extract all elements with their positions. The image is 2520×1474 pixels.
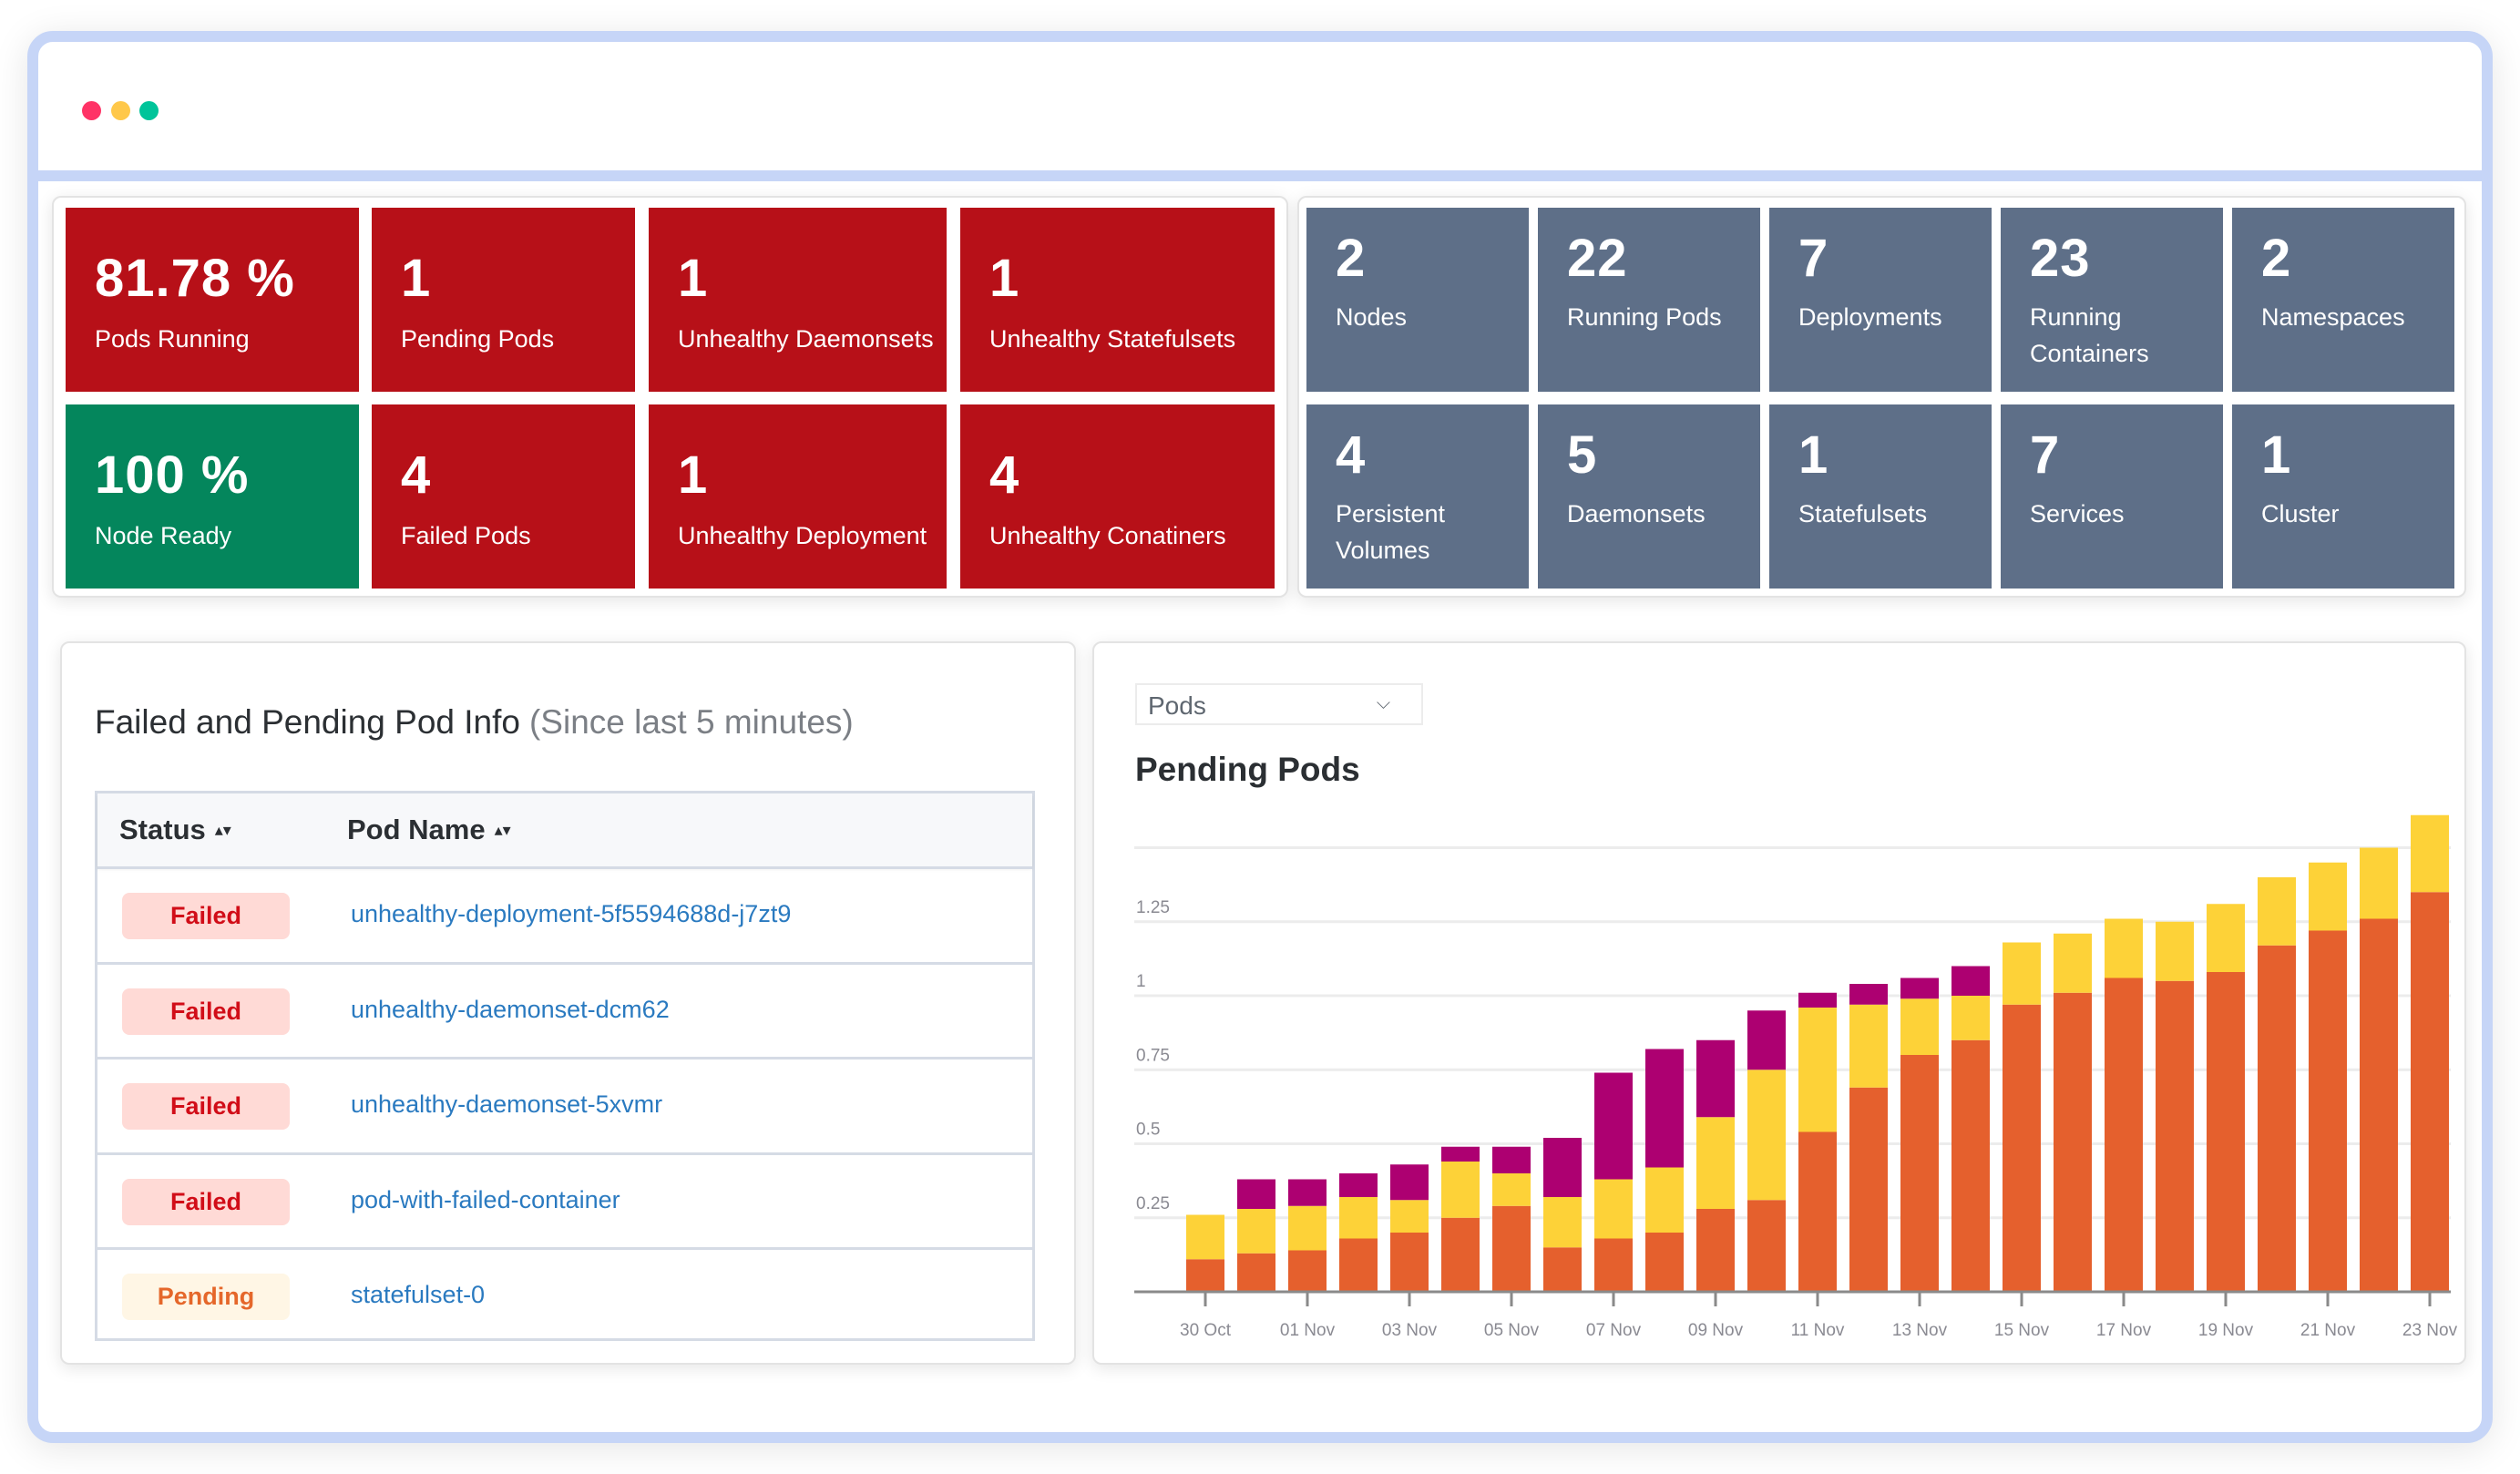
pod-name-link[interactable]: unhealthy-daemonset-5xvmr (351, 1090, 662, 1119)
status-badge: Failed (122, 1178, 290, 1225)
pod-info-table: Status ▴▾ Pod Name ▴▾ Failed unhealthy-dep… (95, 791, 1035, 1341)
resource-tile-deployments[interactable]: 7 Deployments (1769, 208, 1992, 392)
tile-value: 4 (989, 445, 1020, 505)
pod-name-link[interactable]: unhealthy-deployment-5f5594688d-j7zt9 (351, 900, 791, 928)
resource-tile-namespaces[interactable]: 2 Namespaces (2232, 208, 2454, 392)
tile-label: Pending Pods (401, 325, 555, 353)
tile-value: 2 (2261, 229, 2292, 288)
tile-label: Unhealthy Conatiners (989, 522, 1226, 549)
tile-label: Running Pods (1567, 303, 1722, 331)
maximize-window-icon[interactable] (139, 101, 159, 120)
tile-label: Services (2030, 500, 2125, 527)
pending-pods-chart-card: Pods ⌵ Pending Pods (1092, 641, 2466, 1365)
health-tile-pods-running[interactable]: 81.78 % Pods Running (66, 208, 359, 392)
tile-value: 1 (989, 249, 1020, 308)
pod-info-title-text: Failed and Pending Pod Info (95, 703, 520, 741)
pod-info-title: Failed and Pending Pod Info (Since last 5… (95, 703, 854, 742)
tile-value: 1 (2261, 425, 2292, 485)
tile-label: Deployments (1798, 303, 1942, 331)
status-badge: Failed (122, 1083, 290, 1131)
resource-tile-daemonsets[interactable]: 5 Daemonsets (1538, 404, 1760, 589)
tile-label: Persistent Volumes (1336, 500, 1446, 564)
pod-name-link[interactable]: statefulset-0 (351, 1281, 485, 1309)
health-tile-node-ready[interactable]: 100 % Node Ready (66, 404, 359, 589)
tile-label: Running Containers (2030, 303, 2149, 367)
titlebar-divider (35, 170, 2485, 181)
health-tile-unhealthy-deployment[interactable]: 1 Unhealthy Deployment (649, 404, 947, 589)
health-tile-unhealthy-statefulsets[interactable]: 1 Unhealthy Statefulsets (960, 208, 1275, 392)
tile-value: 5 (1567, 425, 1598, 485)
table-header: Status ▴▾ Pod Name ▴▾ (97, 793, 1032, 866)
tile-value: 1 (678, 249, 709, 308)
tile-label: Node Ready (95, 522, 232, 549)
tile-value: 2 (1336, 229, 1367, 288)
health-tile-failed-pods[interactable]: 4 Failed Pods (372, 404, 635, 589)
sort-icon[interactable]: ▴▾ (495, 821, 511, 839)
window-titlebar (38, 42, 2482, 170)
resource-type-select[interactable]: Pods ⌵ (1135, 683, 1423, 725)
tile-value: 100 % (95, 445, 250, 505)
tile-label: Unhealthy Deployment (678, 522, 927, 549)
tile-value: 81.78 % (95, 249, 295, 308)
tile-label: Pods Running (95, 325, 250, 353)
tile-value: 7 (1798, 229, 1829, 288)
column-header-pod-name[interactable]: Pod Name ▴▾ (347, 814, 511, 846)
tile-label: Namespaces (2261, 303, 2405, 331)
health-tile-unhealthy-daemonsets[interactable]: 1 Unhealthy Daemonsets (649, 208, 947, 392)
pod-info-subtitle: (Since last 5 minutes) (528, 703, 854, 741)
tile-value: 22 (1567, 229, 1628, 288)
tile-value: 7 (2030, 425, 2061, 485)
column-header-pod-name-label: Pod Name (347, 814, 486, 845)
column-header-status[interactable]: Status ▴▾ (119, 814, 231, 846)
tile-label: Unhealthy Daemonsets (678, 325, 934, 353)
table-row: Failed unhealthy-deployment-5f5594688d-j… (97, 866, 1032, 962)
tile-label: Cluster (2261, 500, 2340, 527)
resource-tile-running-pods[interactable]: 22 Running Pods (1538, 208, 1760, 392)
status-badge: Pending (122, 1274, 290, 1321)
tile-value: 4 (1336, 425, 1367, 485)
resource-type-select-value: Pods (1148, 691, 1206, 720)
table-row: Failed unhealthy-daemonset-dcm62 (97, 961, 1032, 1058)
resource-tile-nodes[interactable]: 2 Nodes (1306, 208, 1529, 392)
resource-tile-services[interactable]: 7 Services (2001, 404, 2223, 589)
health-tile-unhealthy-conatiners[interactable]: 4 Unhealthy Conatiners (960, 404, 1275, 589)
tile-label: Failed Pods (401, 522, 531, 549)
tile-label: Statefulsets (1798, 500, 1928, 527)
tile-value: 1 (678, 445, 709, 505)
tile-value: 1 (1798, 425, 1829, 485)
chart-title: Pending Pods (1135, 751, 1360, 788)
column-header-status-label: Status (119, 814, 206, 845)
resource-tile-cluster[interactable]: 1 Cluster (2232, 404, 2454, 589)
pod-name-link[interactable]: unhealthy-daemonset-dcm62 (351, 996, 670, 1024)
tile-value: 1 (401, 249, 432, 308)
close-window-icon[interactable] (82, 101, 101, 120)
resource-tile-running-containers[interactable]: 23 Running Containers (2001, 208, 2223, 392)
tile-value: 23 (2030, 229, 2091, 288)
tile-value: 4 (401, 445, 432, 505)
table-row: Failed pod-with-failed-container (97, 1152, 1032, 1248)
resource-tile-statefulsets[interactable]: 1 Statefulsets (1769, 404, 1992, 589)
pod-info-card: Failed and Pending Pod Info (Since last 5… (60, 641, 1076, 1365)
status-badge: Failed (122, 893, 290, 939)
resource-tile-persistent-volumes[interactable]: 4 Persistent Volumes (1306, 404, 1529, 589)
status-badge: Failed (122, 988, 290, 1035)
sort-icon[interactable]: ▴▾ (215, 821, 231, 839)
tile-label: Nodes (1336, 303, 1408, 331)
table-row: Failed unhealthy-daemonset-5xvmr (97, 1057, 1032, 1152)
tile-label: Unhealthy Statefulsets (989, 325, 1236, 353)
chevron-down-icon: ⌵ (1376, 693, 1390, 713)
minimize-window-icon[interactable] (111, 101, 130, 120)
health-tile-pending-pods[interactable]: 1 Pending Pods (372, 208, 635, 392)
table-row: Pending statefulset-0 (97, 1247, 1032, 1343)
tile-label: Daemonsets (1567, 500, 1706, 527)
pod-name-link[interactable]: pod-with-failed-container (351, 1186, 620, 1214)
